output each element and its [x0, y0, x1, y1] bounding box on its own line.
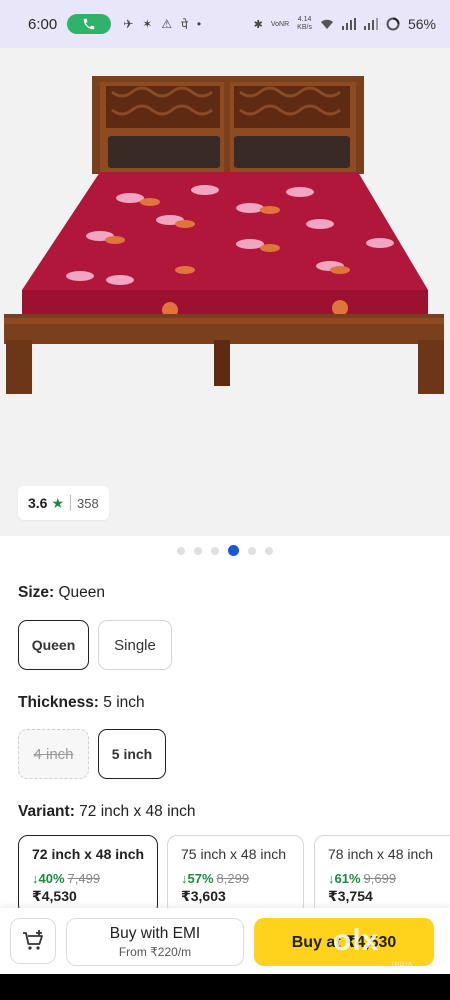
status-time: 6:00: [28, 15, 58, 33]
variant-name: 72 inch x 48 inch: [32, 846, 145, 862]
carousel-dot[interactable]: [194, 546, 202, 555]
olx-watermark-sub: INDIA: [392, 962, 414, 968]
thickness-label: Thickness:: [18, 694, 99, 711]
carousel-dot[interactable]: [265, 546, 273, 555]
variant-card[interactable]: 78 inch x 48 inch ↓61% 9,699 ₹3,754: [314, 835, 450, 915]
bottom-action-bar: Buy with EMI From ₹220/m Buy at ₹4,530: [0, 908, 450, 974]
size-heading: Size: Queen: [18, 584, 105, 602]
more-dot-icon: •: [196, 17, 202, 31]
variant-discount-row: ↓40% 7,499: [32, 871, 144, 886]
variant-mrp: 7,499: [67, 871, 101, 886]
variant-price: ₹4,530: [32, 888, 77, 904]
emi-subtitle: From ₹220/m: [118, 945, 192, 959]
net-speed: 4.14 KB/s: [297, 16, 312, 32]
variant-name: 75 inch x 48 inch: [181, 846, 287, 862]
variant-mrp: 8,299: [216, 871, 250, 886]
variant-card[interactable]: 72 inch x 48 inch ↓40% 7,499 ₹4,530: [18, 835, 158, 915]
variant-discount-row: ↓61% 9,699: [328, 871, 437, 886]
buy-with-emi-button[interactable]: Buy with EMI From ₹220/m: [66, 918, 244, 966]
variant-discount: ↓61%: [328, 871, 361, 886]
signal-icon: [341, 18, 356, 30]
variant-price: ₹3,754: [328, 888, 373, 904]
rating-count: 358: [77, 495, 99, 511]
add-to-cart-icon: [23, 930, 43, 950]
product-image-carousel[interactable]: [0, 48, 450, 536]
status-bar: 6:00 ✈ ✶ ⚠ पे • ✱ VoNR 4.14 KB/s 56%: [0, 0, 450, 48]
size-selected-value: Queen: [58, 584, 106, 601]
thickness-heading: Thickness: 5 inch: [18, 694, 145, 712]
plane-icon: ✈: [123, 17, 134, 31]
size-option-queen[interactable]: Queen: [18, 620, 89, 670]
rating-value: 3.6: [28, 495, 48, 511]
variant-heading: Variant: 72 inch x 48 inch: [18, 803, 196, 821]
net-speed-unit: KB/s: [297, 24, 312, 31]
signal-icon-2: [363, 18, 378, 30]
thickness-option-4-inch[interactable]: 4 inch: [18, 729, 89, 779]
net-speed-value: 4.14: [297, 16, 312, 23]
thickness-selected-value: 5 inch: [103, 694, 145, 711]
add-to-cart-button[interactable]: [10, 918, 56, 964]
variant-discount-row: ↓57% 8,299: [181, 871, 290, 886]
carousel-dot[interactable]: [211, 546, 219, 555]
status-right: ✱ VoNR 4.14 KB/s 56%: [254, 16, 436, 32]
carousel-dot[interactable]: [248, 546, 256, 555]
variant-selected-value: 72 inch x 48 inch: [79, 803, 196, 820]
battery-saver-icon: [386, 17, 400, 31]
rating-divider: [70, 495, 72, 511]
variant-price: ₹3,603: [181, 888, 226, 904]
system-navigation-bar: [0, 974, 450, 1000]
cross-icon: ✶: [142, 17, 153, 31]
battery-percent: 56%: [407, 16, 436, 32]
star-icon: ★: [51, 494, 65, 511]
carousel-dot[interactable]: [177, 546, 185, 555]
emi-title: Buy with EMI: [109, 925, 201, 942]
thickness-option-5-inch[interactable]: 5 inch: [98, 729, 166, 779]
size-label: Size:: [18, 584, 55, 601]
wifi-icon: [320, 19, 333, 29]
variant-discount: ↓40%: [32, 871, 65, 886]
size-option-single[interactable]: Single: [98, 620, 172, 670]
app-icon: पे: [181, 17, 188, 32]
variant-card[interactable]: 75 inch x 48 inch ↓57% 8,299 ₹3,603: [167, 835, 304, 915]
olx-watermark: olx: [333, 924, 380, 957]
ongoing-call-icon[interactable]: [67, 14, 112, 34]
nr-icon: VoNR: [270, 20, 290, 28]
bluetooth-icon: ✱: [253, 18, 263, 31]
variant-discount: ↓57%: [181, 871, 214, 886]
carousel-indicator: [0, 545, 450, 556]
variant-mrp: 9,699: [363, 871, 397, 886]
carousel-dot-active[interactable]: [228, 545, 239, 556]
rating-badge[interactable]: 3.6 ★ 358: [18, 486, 109, 520]
variant-label: Variant:: [18, 803, 75, 820]
product-image: [4, 76, 444, 394]
notification-icons: ✈ ✶ ⚠ पे •: [123, 16, 201, 33]
warning-icon: ⚠: [161, 17, 173, 31]
variant-name: 78 inch x 48 inch: [328, 846, 434, 862]
